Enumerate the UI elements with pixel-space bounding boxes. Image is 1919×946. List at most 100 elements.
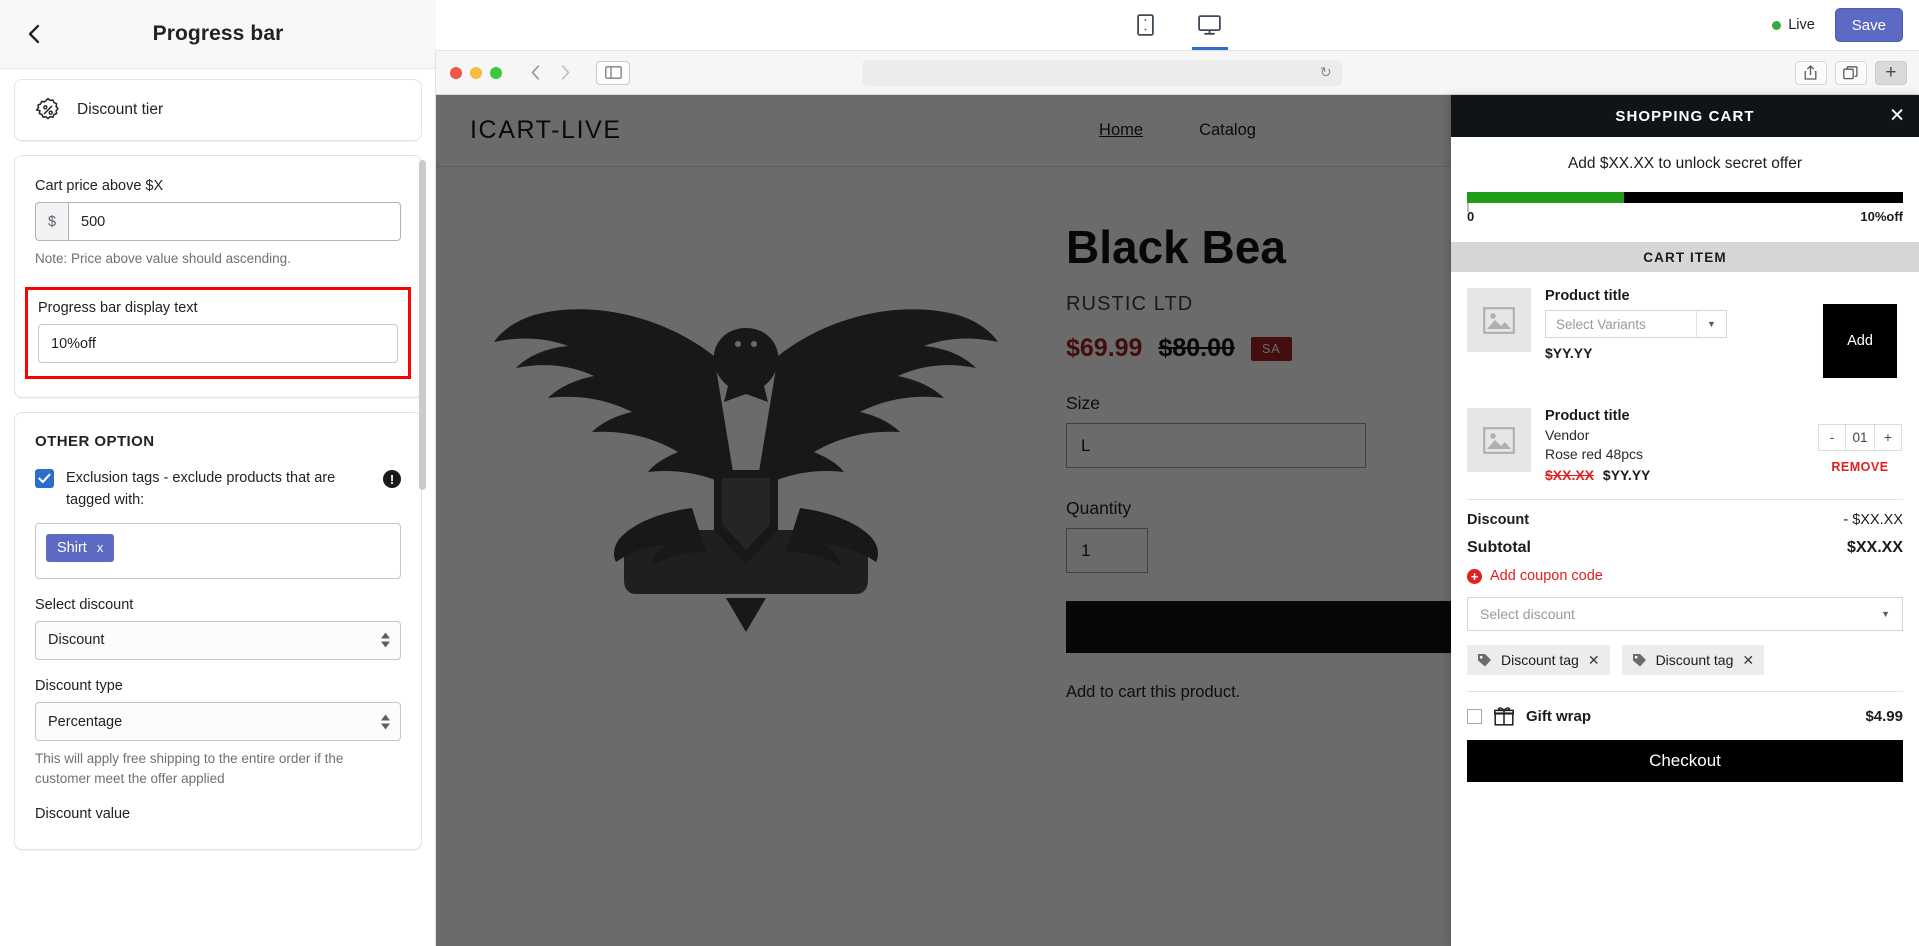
cart-promo-section: Add $XX.XX to unlock secret offer 0 10%o… — [1451, 137, 1919, 234]
quantity-decrement-button[interactable]: - — [1819, 425, 1845, 450]
tag-remove-icon[interactable]: x — [97, 540, 104, 555]
discount-tag[interactable]: Discount tag ✕ — [1467, 645, 1610, 675]
plus-circle-icon: + — [1467, 568, 1482, 584]
quantity-stepper[interactable]: - 01 + — [1818, 424, 1902, 451]
chevron-left-icon — [28, 24, 40, 44]
discount-type-help: This will apply free shipping to the ent… — [35, 751, 344, 786]
new-tab-button[interactable]: + — [1874, 60, 1907, 85]
variant-select[interactable]: Select Variants ▼ — [1545, 310, 1727, 338]
image-placeholder-icon — [1483, 426, 1515, 454]
discount-percent-icon — [35, 97, 59, 120]
cart-item-price-original: $XX.XX — [1545, 467, 1595, 483]
settings-scrollbar-track[interactable] — [419, 78, 431, 938]
checkout-button[interactable]: Checkout — [1467, 740, 1903, 782]
check-icon — [38, 473, 51, 484]
settings-scroll-area[interactable]: Discount tier Cart price above $X $ 500 … — [0, 69, 436, 946]
cart-item-title: Product title — [1545, 288, 1630, 304]
discount-tags-list: Discount tag ✕ Discount tag ✕ — [1467, 645, 1903, 675]
close-window-button[interactable] — [450, 66, 462, 79]
add-coupon-button[interactable]: + Add coupon code — [1467, 568, 1903, 584]
exclusion-tags-checkbox[interactable] — [35, 469, 54, 489]
discount-tag[interactable]: Discount tag ✕ — [1621, 645, 1765, 675]
sidebar-toggle-icon — [604, 66, 622, 79]
discount-type-value[interactable]: Percentage — [35, 702, 401, 742]
select-discount-wrap[interactable]: Discount — [35, 620, 401, 660]
cart-items-header: CART ITEM — [1451, 242, 1919, 272]
browser-forward-button[interactable] — [552, 61, 578, 85]
gift-wrap-row[interactable]: Gift wrap $4.99 — [1451, 692, 1919, 738]
product-thumbnail — [1467, 288, 1531, 352]
tier-settings-body: Cart price above $X $ 500 Note: Price ab… — [15, 156, 421, 397]
promo-text: Add $XX.XX to unlock secret offer — [1567, 155, 1803, 172]
cart-item-price-row: $XX.XX $YY.YY — [1545, 467, 1803, 483]
window-controls[interactable] — [450, 66, 502, 79]
settings-panel-header: Progress bar — [0, 0, 436, 69]
browser-back-button[interactable] — [522, 61, 548, 85]
cart-totals: Discount - $XX.XX Subtotal $XX.XX + Add … — [1451, 500, 1919, 691]
cart-item-price: $YY.YY — [1545, 345, 1593, 361]
select-discount-field: Select discount Discount — [35, 595, 401, 660]
browser-sidebar-button[interactable] — [596, 60, 630, 85]
progress-text-input[interactable]: 10%off — [38, 324, 398, 364]
discount-total-value: - $XX.XX — [1843, 512, 1903, 528]
close-icon[interactable]: ✕ — [1742, 652, 1754, 669]
maximize-window-button[interactable] — [490, 66, 502, 79]
tag-chip[interactable]: Shirt x — [46, 533, 115, 562]
shopping-cart-drawer: SHOPPING CART ✕ Add $XX.XX to unlock sec… — [1451, 95, 1919, 946]
reload-icon[interactable]: ↻ — [1320, 64, 1332, 81]
discount-type-wrap[interactable]: Percentage — [35, 702, 401, 742]
cart-item-actions: - 01 + REMOVE — [1817, 408, 1903, 474]
discount-total-label: Discount — [1467, 512, 1530, 528]
discount-select-placeholder: Select discount — [1480, 606, 1575, 622]
desktop-view-button[interactable] — [1189, 0, 1231, 50]
cart-price-field: Cart price above $X $ 500 Note: Price ab… — [35, 176, 401, 269]
quantity-increment-button[interactable]: + — [1875, 425, 1901, 450]
remove-item-button[interactable]: REMOVE — [1831, 460, 1888, 474]
discount-select[interactable]: Select discount ▼ — [1467, 597, 1903, 631]
chevron-down-icon: ▼ — [1696, 311, 1726, 337]
cart-item-vendor: Vendor — [1545, 427, 1590, 443]
gift-wrap-checkbox[interactable] — [1467, 708, 1482, 724]
discount-tier-header[interactable]: Discount tier — [15, 80, 421, 140]
discount-tag-label: Discount tag — [1655, 652, 1734, 668]
cart-item-details: Product title Vendor Rose red 48pcs $XX.… — [1545, 408, 1803, 483]
cart-price-input-group[interactable]: $ 500 — [35, 202, 401, 242]
preview-toolbar-right: Live Save — [1772, 0, 1903, 50]
discount-value-label: Discount value — [35, 806, 131, 823]
page-title: Progress bar — [152, 22, 284, 45]
cart-item-actions: Add — [1817, 288, 1903, 378]
progress-bar-widget: 0 10%off — [1467, 192, 1903, 224]
discount-tier-label: Discount tier — [77, 101, 164, 118]
save-button[interactable]: Save — [1834, 8, 1903, 42]
select-discount-value[interactable]: Discount — [35, 620, 401, 660]
close-icon[interactable]: ✕ — [1588, 652, 1600, 669]
back-button[interactable] — [12, 12, 56, 56]
minimize-window-button[interactable] — [470, 66, 482, 79]
add-item-button[interactable]: Add — [1823, 304, 1897, 378]
gift-wrap-price: $4.99 — [1865, 707, 1903, 725]
other-option-body: OTHER OPTION Exclusion tags - exclude pr… — [15, 413, 421, 849]
tab-overview-button[interactable] — [1834, 60, 1867, 85]
preview-frame: ↻ + SHOPPING CART ✕ Add $XX.XX to unlock… — [435, 50, 1919, 946]
browser-address-bar[interactable]: ↻ — [861, 59, 1342, 86]
share-icon — [1805, 65, 1817, 80]
settings-scrollbar-thumb[interactable] — [419, 160, 426, 490]
exclusion-tag-input[interactable]: Shirt x — [35, 522, 401, 579]
exclusion-tags-row[interactable]: Exclusion tags - exclude products that a… — [35, 468, 401, 512]
exclusion-tags-label: Exclusion tags - exclude products that a… — [66, 470, 336, 508]
image-placeholder-icon — [1483, 306, 1515, 334]
close-icon[interactable]: ✕ — [1889, 107, 1905, 126]
cart-item-details: Product title Select Variants ▼ $YY.YY — [1545, 288, 1803, 361]
progress-bar-tick — [1467, 203, 1469, 212]
discount-type-field: Discount type Percentage This will apply… — [35, 676, 401, 788]
cart-price-input[interactable]: 500 — [68, 202, 401, 242]
share-button[interactable] — [1794, 60, 1827, 85]
mobile-view-button[interactable] — [1125, 0, 1167, 50]
progress-end-label: 10%off — [1860, 209, 1903, 224]
live-status: Live — [1772, 17, 1815, 33]
chevron-left-icon — [531, 65, 539, 80]
cart-item-title: Product title — [1545, 408, 1630, 424]
live-status-dot — [1772, 20, 1782, 30]
subtotal-label: Subtotal — [1467, 539, 1531, 556]
list-item: Product title Vendor Rose red 48pcs $XX.… — [1467, 392, 1903, 497]
